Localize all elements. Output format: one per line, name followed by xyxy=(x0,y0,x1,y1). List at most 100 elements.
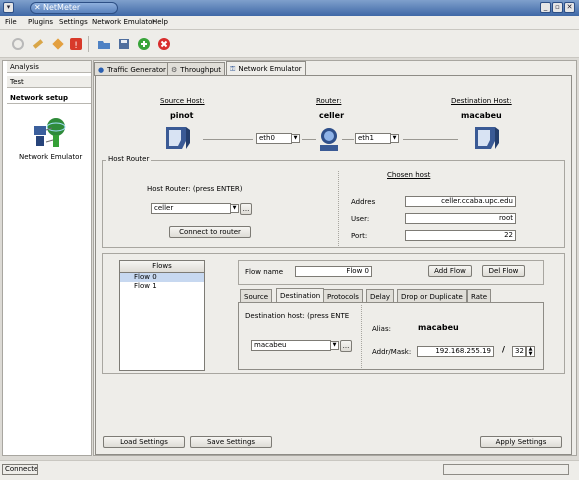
close-icon[interactable]: ✕ xyxy=(564,2,575,13)
subtab-source[interactable]: Source xyxy=(240,289,273,303)
nav-analysis[interactable]: Analysis xyxy=(7,61,91,73)
link-line xyxy=(342,139,354,140)
add-icon[interactable] xyxy=(136,36,152,52)
tab-traffic-generator-label: Traffic Generator xyxy=(107,65,166,74)
destination-host-select[interactable]: macabeu xyxy=(251,340,331,351)
host-router-prompt: Host Router: (press ENTER) xyxy=(147,185,243,193)
power-icon[interactable]: ! xyxy=(68,36,84,52)
nav-test[interactable]: Test xyxy=(7,76,91,88)
toolbar: ! xyxy=(0,30,579,58)
alias-label: Alias: xyxy=(372,325,391,333)
chevron-down-icon[interactable]: ▼ xyxy=(230,204,239,213)
minimize-icon[interactable]: _ xyxy=(540,2,551,13)
address-label: Addres xyxy=(351,198,376,206)
flow-name-input[interactable]: Flow 0 xyxy=(295,266,372,277)
menu-settings[interactable]: Settings xyxy=(59,18,88,26)
close-x-icon: ✕ xyxy=(34,3,41,12)
window-title: ✕ NetMeter xyxy=(30,2,118,14)
destination-host-icon xyxy=(471,125,501,151)
status-bar: Connected xyxy=(0,460,579,480)
connect-icon[interactable] xyxy=(10,36,26,52)
subtab-destination[interactable]: Destination xyxy=(276,288,325,303)
destination-divider xyxy=(361,305,362,368)
destination-host-name: macabeu xyxy=(461,111,502,120)
destination-prompt: Destination host: (press ENTE xyxy=(245,312,350,320)
menu-network-emulator[interactable]: Network Emulator xyxy=(92,18,155,26)
save-settings-button[interactable]: Save Settings xyxy=(190,436,272,448)
destination-host-label: Destination Host: xyxy=(451,97,512,105)
iface-left-select[interactable]: eth0 xyxy=(256,133,292,144)
tab-network-emulator[interactable]: ⚿ Network Emulator xyxy=(226,61,306,76)
throughput-icon: ⚙ xyxy=(171,65,178,74)
menu-bar: File Plugins Settings Network Emulator H… xyxy=(0,16,579,30)
tab-throughput-label: Throughput xyxy=(180,65,221,74)
subtab-delay[interactable]: Delay xyxy=(366,289,395,303)
flows-list[interactable]: Flows Flow 0 Flow 1 xyxy=(119,260,205,371)
del-flow-button[interactable]: Del Flow xyxy=(482,265,525,277)
link-line xyxy=(203,139,253,140)
plug-icon[interactable] xyxy=(30,36,46,52)
user-field[interactable]: root xyxy=(405,213,516,224)
address-field[interactable]: celler.ccaba.upc.edu xyxy=(405,196,516,207)
link-line xyxy=(403,139,458,140)
network-emulator-label: Network Emulator xyxy=(19,153,83,161)
mask-field[interactable]: 32 xyxy=(512,346,526,357)
status-text: Connected xyxy=(2,464,38,475)
host-router-browse-button[interactable]: ... xyxy=(240,203,252,215)
list-item[interactable]: Flow 1 xyxy=(120,282,204,291)
window-title-text: NetMeter xyxy=(43,3,81,12)
chevron-down-icon[interactable]: ▼ xyxy=(330,341,339,350)
link-line xyxy=(302,139,316,140)
iface-right-select[interactable]: eth1 xyxy=(355,133,391,144)
user-label: User: xyxy=(351,215,370,223)
disconnect-icon[interactable] xyxy=(50,36,66,52)
list-item[interactable]: Flow 0 xyxy=(120,273,204,282)
flow-name-label: Flow name xyxy=(245,268,284,276)
mask-stepper-icon[interactable]: ▲ ▼ xyxy=(526,346,535,357)
host-router-title: Host Router xyxy=(106,155,152,163)
load-settings-button[interactable]: Load Settings xyxy=(103,436,185,448)
menu-plugins[interactable]: Plugins xyxy=(28,18,53,26)
router-label: Router: xyxy=(316,97,342,105)
add-flow-button[interactable]: Add Flow xyxy=(428,265,472,277)
network-emulator-tab-icon: ⚿ xyxy=(230,65,236,73)
host-router-divider xyxy=(338,171,339,246)
addr-field[interactable]: 192.168.255.19 xyxy=(417,346,494,357)
progress-bar xyxy=(443,464,569,475)
left-navigation: Analysis Test Network setup Network Emul… xyxy=(2,60,92,456)
open-folder-icon[interactable] xyxy=(96,36,112,52)
subtab-rate[interactable]: Rate xyxy=(467,289,492,303)
alias-value: macabeu xyxy=(418,323,459,332)
router-icon xyxy=(318,126,340,152)
save-icon[interactable] xyxy=(116,36,132,52)
remove-icon[interactable] xyxy=(156,36,172,52)
port-field[interactable]: 22 xyxy=(405,230,516,241)
router-name: celler xyxy=(319,111,345,120)
maximize-icon[interactable]: ▫ xyxy=(552,2,563,13)
chevron-down-icon[interactable]: ▼ xyxy=(390,134,399,143)
apply-settings-button[interactable]: Apply Settings xyxy=(480,436,562,448)
tab-throughput[interactable]: ⚙ Throughput xyxy=(167,62,225,76)
connect-router-button[interactable]: Connect to router xyxy=(169,226,251,238)
chevron-down-icon[interactable]: ▼ xyxy=(291,134,300,143)
tab-traffic-generator[interactable]: ● Traffic Generator xyxy=(94,62,170,76)
menu-file[interactable]: File xyxy=(5,18,17,26)
source-host-icon xyxy=(162,125,192,151)
mask-slash: / xyxy=(502,345,505,354)
port-label: Port: xyxy=(351,232,368,240)
subtab-protocols[interactable]: Protocols xyxy=(323,289,363,303)
title-bar: ▾ ✕ NetMeter _ ▫ ✕ xyxy=(0,0,579,16)
traffic-generator-icon: ● xyxy=(98,65,105,74)
menu-help[interactable]: Help xyxy=(152,18,168,26)
flows-header: Flows xyxy=(120,261,204,273)
source-host-name: pinot xyxy=(170,111,194,120)
addr-mask-label: Addr/Mask: xyxy=(372,348,412,356)
nav-network-setup[interactable]: Network setup xyxy=(7,92,91,104)
subtab-drop-duplicate[interactable]: Drop or Duplicate xyxy=(397,289,467,303)
destination-browse-button[interactable]: ... xyxy=(340,340,352,352)
window-menu-icon[interactable]: ▾ xyxy=(3,2,14,13)
tab-network-emulator-label: Network Emulator xyxy=(238,65,302,73)
source-host-label: Source Host: xyxy=(160,97,205,105)
host-router-input[interactable]: celler xyxy=(151,203,231,214)
network-emulator-icon[interactable] xyxy=(33,116,67,150)
